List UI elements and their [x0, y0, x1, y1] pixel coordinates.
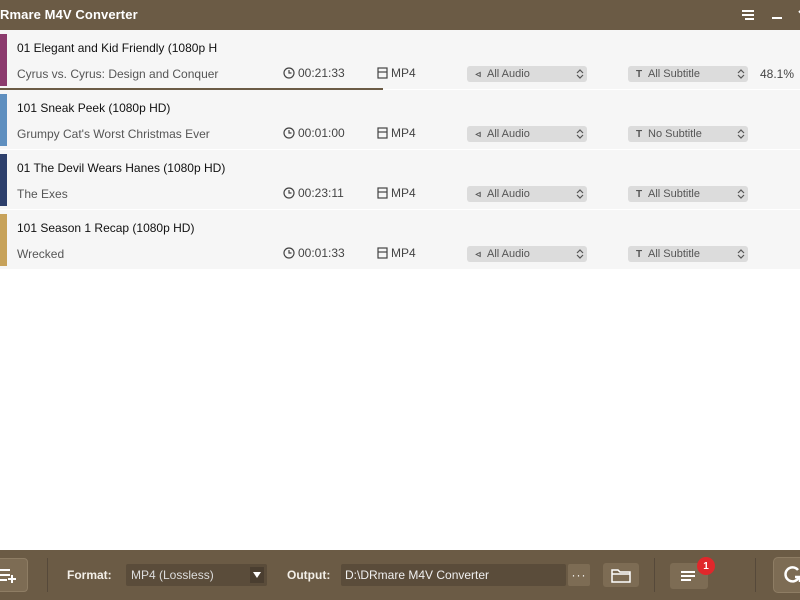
format-text: MP4	[391, 246, 416, 260]
video-thumbnail	[0, 214, 7, 266]
video-row[interactable]: 01 Elegant and Kid Friendly (1080p H Cyr…	[0, 30, 800, 90]
format-text: MP4	[391, 186, 416, 200]
minimize-icon	[772, 17, 782, 19]
audio-icon: ◃	[475, 248, 481, 260]
subtitle-icon: T	[635, 68, 643, 80]
chevron-updown-icon	[734, 249, 748, 259]
chevron-updown-icon	[573, 69, 587, 79]
chevron-updown-icon	[734, 69, 748, 79]
add-files-button[interactable]	[0, 558, 28, 592]
bottom-toolbar: Format: MP4 (Lossless) Output: D:\DRmare…	[0, 550, 800, 600]
toolbar-divider	[654, 558, 655, 592]
open-folder-button[interactable]	[603, 563, 639, 587]
browse-more-button[interactable]: ···	[568, 564, 590, 586]
menu-button[interactable]	[737, 4, 759, 26]
audio-icon: ◃	[475, 128, 481, 140]
show-title: The Exes	[17, 187, 68, 201]
chevron-updown-icon	[573, 129, 587, 139]
format-text: MP4	[391, 66, 416, 80]
file-icon	[377, 67, 388, 79]
video-thumbnail	[0, 94, 7, 146]
subtitle-icon: T	[635, 248, 643, 260]
subtitle-dropdown[interactable]: T All Subtitle	[628, 66, 748, 82]
audio-dropdown[interactable]: ◃ All Audio	[467, 246, 587, 262]
duration: 00:01:00	[283, 126, 345, 140]
format-select[interactable]: MP4 (Lossless)	[126, 564, 267, 586]
clock-icon	[283, 67, 295, 79]
video-title: 101 Sneak Peek (1080p HD)	[17, 101, 171, 115]
audio-dropdown[interactable]: ◃ All Audio	[467, 126, 587, 142]
file-icon	[377, 187, 388, 199]
video-title: 01 The Devil Wears Hanes (1080p HD)	[17, 161, 226, 175]
toolbar-divider	[47, 558, 48, 592]
duration: 00:01:33	[283, 246, 345, 260]
audio-dropdown[interactable]: ◃ All Audio	[467, 66, 587, 82]
video-thumbnail	[0, 154, 7, 206]
duration-text: 00:01:00	[298, 126, 345, 140]
clock-icon	[283, 247, 295, 259]
audio-value: All Audio	[487, 128, 530, 140]
file-icon	[377, 127, 388, 139]
add-files-icon	[0, 569, 16, 583]
audio-value: All Audio	[487, 188, 530, 200]
subtitle-dropdown[interactable]: T All Subtitle	[628, 246, 748, 262]
audio-value: All Audio	[487, 248, 530, 260]
minimize-button[interactable]	[766, 4, 788, 26]
chevron-updown-icon	[734, 189, 748, 199]
video-title: 01 Elegant and Kid Friendly (1080p H	[17, 41, 218, 55]
close-button[interactable]	[792, 4, 800, 26]
title-bar: Rmare M4V Converter	[0, 0, 800, 30]
file-icon	[377, 247, 388, 259]
audio-icon: ◃	[475, 188, 481, 200]
progress-percent: 48.1%	[760, 67, 795, 81]
subtitle-value: All Subtitle	[648, 248, 700, 260]
show-title: Wrecked	[17, 247, 65, 261]
format-text: MP4	[391, 126, 416, 140]
subtitle-value: All Subtitle	[648, 68, 700, 80]
show-title: Cyrus vs. Cyrus: Design and Conquer	[17, 67, 219, 81]
toolbar-divider	[755, 558, 756, 592]
window-title: Rmare M4V Converter	[0, 7, 138, 22]
format-label: Format:	[67, 568, 112, 582]
subtitle-icon: T	[635, 128, 643, 140]
audio-icon: ◃	[475, 68, 481, 80]
video-row[interactable]: 101 Sneak Peek (1080p HD) Grumpy Cat's W…	[0, 90, 800, 150]
menu-icon	[742, 10, 754, 20]
audio-value: All Audio	[487, 68, 530, 80]
subtitle-icon: T	[635, 188, 643, 200]
clock-icon	[283, 187, 295, 199]
format-select-value: MP4 (Lossless)	[131, 568, 214, 582]
video-row[interactable]: 01 The Devil Wears Hanes (1080p HD) The …	[0, 150, 800, 210]
output-format[interactable]: MP4	[377, 66, 416, 80]
output-format[interactable]: MP4	[377, 126, 416, 140]
output-format[interactable]: MP4	[377, 186, 416, 200]
duration: 00:23:11	[283, 186, 344, 200]
subtitle-value: No Subtitle	[648, 128, 702, 140]
duration-text: 00:01:33	[298, 246, 345, 260]
video-title: 101 Season 1 Recap (1080p HD)	[17, 221, 195, 235]
output-label: Output:	[287, 568, 331, 582]
subtitle-dropdown[interactable]: T All Subtitle	[628, 186, 748, 202]
duration: 00:21:33	[283, 66, 345, 80]
video-thumbnail	[0, 34, 7, 86]
show-title: Grumpy Cat's Worst Christmas Ever	[17, 127, 210, 141]
convert-icon	[784, 566, 800, 583]
chevron-updown-icon	[734, 129, 748, 139]
duration-text: 00:21:33	[298, 66, 345, 80]
folder-icon	[611, 569, 631, 583]
video-row[interactable]: 101 Season 1 Recap (1080p HD) Wrecked 00…	[0, 210, 800, 270]
clock-icon	[283, 127, 295, 139]
output-path-field[interactable]: D:\DRmare M4V Converter	[341, 564, 566, 586]
audio-dropdown[interactable]: ◃ All Audio	[467, 186, 587, 202]
history-list-icon	[681, 571, 695, 581]
chevron-down-icon	[250, 567, 264, 583]
output-format[interactable]: MP4	[377, 246, 416, 260]
history-count-badge: 1	[697, 557, 715, 575]
chevron-updown-icon	[573, 249, 587, 259]
duration-text: 00:23:11	[298, 186, 344, 200]
subtitle-value: All Subtitle	[648, 188, 700, 200]
convert-button[interactable]	[773, 557, 800, 593]
chevron-updown-icon	[573, 189, 587, 199]
subtitle-dropdown[interactable]: T No Subtitle	[628, 126, 748, 142]
